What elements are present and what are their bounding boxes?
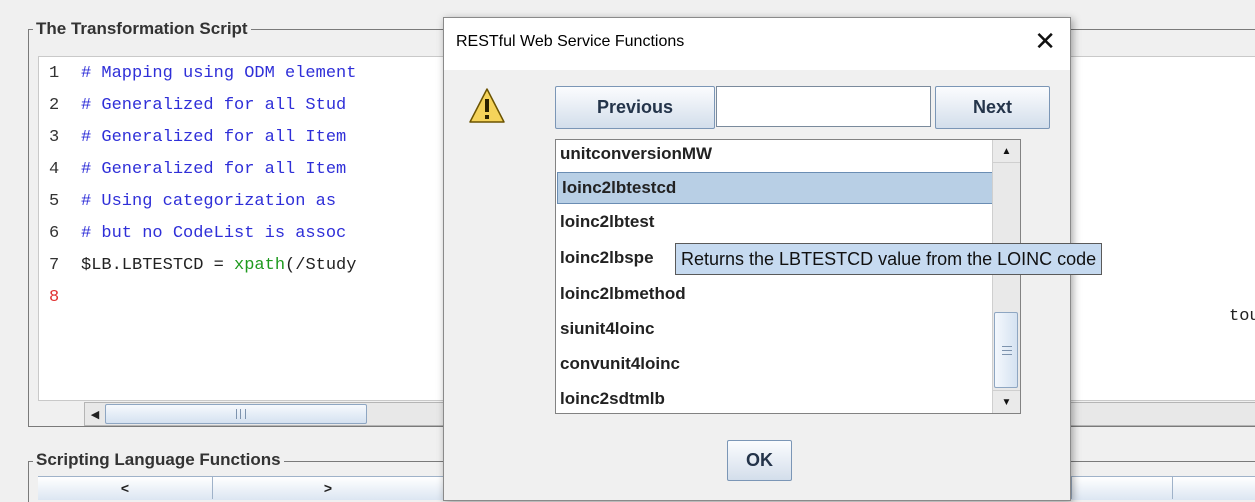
- code-function-name: xpath: [234, 256, 286, 275]
- scroll-left-icon[interactable]: ◀: [85, 403, 105, 425]
- functions-next-button[interactable]: >: [213, 477, 444, 499]
- ok-button[interactable]: OK: [727, 440, 792, 481]
- scripting-functions-title: Scripting Language Functions: [33, 450, 284, 470]
- close-icon[interactable]: ✕: [1034, 26, 1056, 57]
- scroll-down-icon[interactable]: ▼: [993, 390, 1020, 413]
- list-item[interactable]: unitconversionMW: [556, 140, 1018, 170]
- line-number: 4: [49, 160, 60, 179]
- code-line: # Generalized for all Item: [81, 128, 347, 147]
- next-button[interactable]: Next: [935, 86, 1050, 129]
- code-line: # but no CodeList is assoc: [81, 224, 347, 243]
- code-overflow-text: tou: [1229, 307, 1255, 326]
- list-item[interactable]: loinc2lbmethod: [556, 278, 1018, 310]
- warning-icon: [468, 87, 506, 130]
- function-list[interactable]: unitconversionMW loinc2lbtestcd loinc2lb…: [555, 139, 1021, 414]
- line-number: 5: [49, 192, 60, 211]
- code-argument: (/Study: [285, 256, 357, 275]
- list-item-selected[interactable]: loinc2lbtestcd: [557, 172, 1016, 204]
- line-number: 6: [49, 224, 60, 243]
- line-number-current: 8: [49, 288, 60, 307]
- vertical-scrollbar[interactable]: ▲ ▼: [992, 140, 1020, 413]
- line-number: 2: [49, 96, 60, 115]
- line-number: 7: [49, 256, 60, 275]
- line-number: 3: [49, 128, 60, 147]
- transformation-script-title: The Transformation Script: [33, 19, 251, 39]
- dialog-titlebar: RESTful Web Service Functions ✕: [444, 18, 1070, 70]
- line-number: 1: [49, 64, 60, 83]
- previous-button[interactable]: Previous: [555, 86, 715, 129]
- list-item[interactable]: loinc2sdtmlb: [556, 383, 1018, 413]
- code-line: $LB.LBTESTCD = xpath(/Study: [81, 256, 356, 275]
- list-item[interactable]: siunit4loinc: [556, 313, 1018, 345]
- vertical-scroll-thumb[interactable]: [994, 312, 1018, 388]
- code-assignment: $LB.LBTESTCD =: [81, 256, 235, 275]
- list-item[interactable]: loinc2lbtest: [556, 206, 1018, 238]
- functions-prev-button[interactable]: <: [38, 477, 213, 499]
- function-search-input[interactable]: [716, 86, 931, 127]
- functions-button[interactable]: [1071, 477, 1173, 499]
- scroll-up-icon[interactable]: ▲: [993, 140, 1020, 163]
- function-tooltip: Returns the LBTESTCD value from the LOIN…: [675, 243, 1103, 275]
- code-line: # Generalized for all Item: [81, 160, 347, 179]
- code-line: # Generalized for all Stud: [81, 96, 347, 115]
- dialog-title: RESTful Web Service Functions: [456, 33, 685, 50]
- code-line: # Mapping using ODM element: [81, 64, 357, 83]
- code-line: # Using categorization as: [81, 192, 337, 211]
- horizontal-scroll-thumb[interactable]: [105, 404, 367, 424]
- list-item[interactable]: convunit4loinc: [556, 348, 1018, 380]
